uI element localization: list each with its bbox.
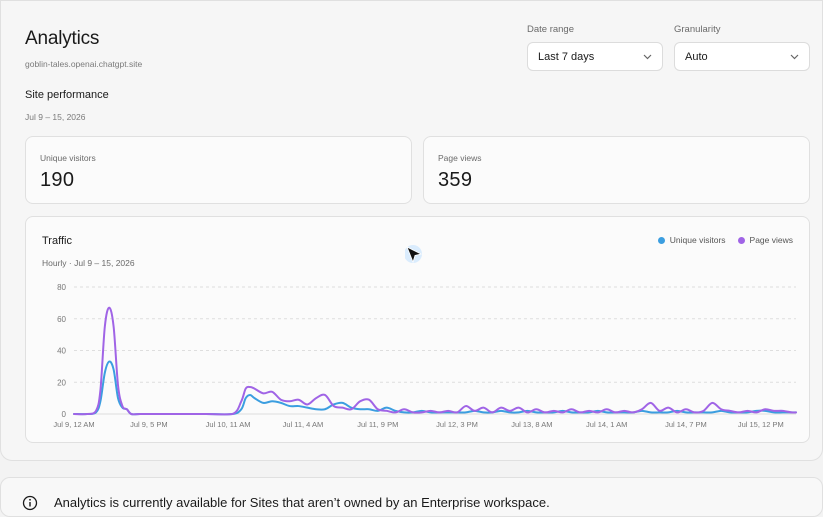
x-tick-label: Jul 12, 3 PM xyxy=(436,420,478,429)
info-icon xyxy=(22,495,38,516)
metric-value: 359 xyxy=(438,169,473,191)
y-tick-label: 80 xyxy=(57,283,66,292)
metric-card-page-views: Page views 359 xyxy=(423,136,810,204)
granularity-label: Granularity xyxy=(674,24,721,35)
date-range-value: Last 7 days xyxy=(538,50,595,63)
x-tick-label: Jul 9, 5 PM xyxy=(130,420,168,429)
availability-notice: Analytics is currently available for Sit… xyxy=(0,477,823,517)
analytics-panel: Analytics goblin-tales.openai.chatgpt.si… xyxy=(0,0,823,461)
x-tick-label: Jul 11, 4 AM xyxy=(283,420,324,429)
metric-card-unique-visitors: Unique visitors 190 xyxy=(25,136,412,204)
x-tick-label: Jul 14, 7 PM xyxy=(665,420,707,429)
date-range-label: Date range xyxy=(527,24,575,35)
section-date: Jul 9 – 15, 2026 xyxy=(25,112,86,122)
date-range-select[interactable]: Last 7 days xyxy=(527,42,663,71)
chevron-down-icon xyxy=(789,52,799,62)
section-title: Site performance xyxy=(25,89,109,101)
notice-text: Analytics is currently available for Sit… xyxy=(54,495,550,510)
x-tick-label: Jul 15, 12 PM xyxy=(738,420,784,429)
x-tick-label: Jul 13, 8 AM xyxy=(511,420,552,429)
series-line-page-views xyxy=(73,306,797,416)
granularity-value: Auto xyxy=(685,50,708,63)
metric-value: 190 xyxy=(40,169,75,191)
x-tick-label: Jul 10, 11 AM xyxy=(206,420,251,429)
series-line-unique-visitors xyxy=(73,360,797,416)
chevron-down-icon xyxy=(642,52,652,62)
x-tick-label: Jul 11, 9 PM xyxy=(357,420,398,429)
y-tick-label: 40 xyxy=(57,347,66,356)
x-tick-label: Jul 14, 1 AM xyxy=(586,420,627,429)
y-tick-label: 20 xyxy=(57,378,66,387)
site-domain: goblin-tales.openai.chatgpt.site xyxy=(25,59,143,69)
y-tick-label: 0 xyxy=(62,410,67,419)
y-tick-label: 60 xyxy=(57,315,66,324)
x-tick-label: Jul 9, 12 AM xyxy=(53,420,94,429)
metric-label: Unique visitors xyxy=(40,153,96,163)
mouse-cursor-icon xyxy=(404,245,425,270)
page-title: Analytics xyxy=(25,28,100,49)
granularity-select[interactable]: Auto xyxy=(674,42,810,71)
metric-label: Page views xyxy=(438,153,482,163)
